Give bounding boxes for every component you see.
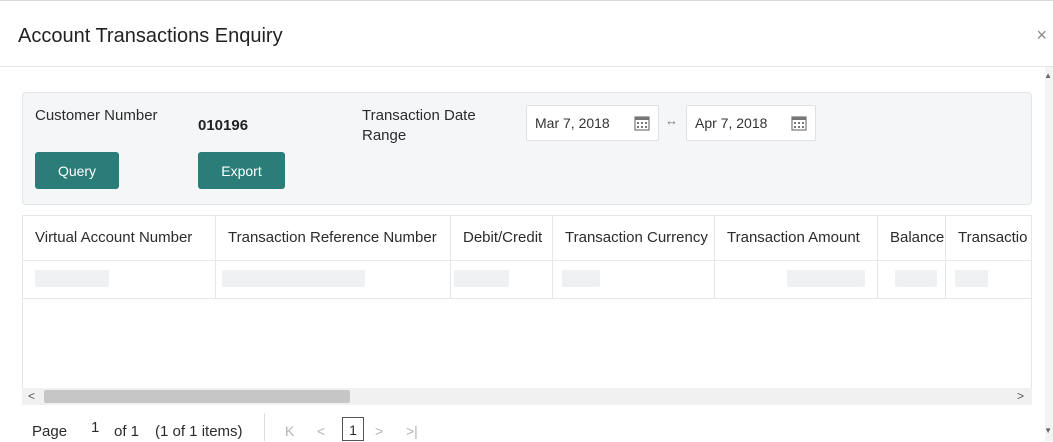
scroll-right-icon[interactable]: > xyxy=(1017,389,1024,403)
table-cell xyxy=(451,260,553,298)
transaction-date-range-label-line2: Range xyxy=(362,127,407,144)
close-icon[interactable]: × xyxy=(1036,25,1047,46)
loading-placeholder xyxy=(35,270,109,287)
column-header[interactable]: Debit/Credit xyxy=(451,216,553,260)
scrollbar-thumb[interactable] xyxy=(44,390,350,403)
pagination: Page 1 of 1 (1 of 1 items) K < 1 > >| xyxy=(22,413,522,441)
export-button[interactable]: Export xyxy=(198,152,285,189)
scroll-down-icon[interactable]: ▼ xyxy=(1044,426,1052,435)
date-from-input[interactable]: Mar 7, 2018 xyxy=(526,105,659,141)
date-to-value: Apr 7, 2018 xyxy=(695,115,768,131)
column-header[interactable]: Transaction Reference Number xyxy=(216,216,451,260)
query-panel: Customer Number 010196 Transaction Date … xyxy=(22,92,1032,205)
transactions-table: Virtual Account Number Transaction Refer… xyxy=(22,215,1032,405)
account-transactions-dialog: Account Transactions Enquiry × ▲ ▼ Custo… xyxy=(0,0,1053,441)
loading-placeholder xyxy=(787,270,865,287)
date-from-value: Mar 7, 2018 xyxy=(535,115,610,131)
vertical-scrollbar[interactable]: ▲ ▼ xyxy=(1044,67,1053,441)
date-to-input[interactable]: Apr 7, 2018 xyxy=(686,105,816,141)
dialog-title: Account Transactions Enquiry xyxy=(18,25,283,47)
scroll-up-icon[interactable]: ▲ xyxy=(1044,71,1052,80)
horizontal-scrollbar[interactable]: < > xyxy=(22,388,1032,405)
current-page-button[interactable]: 1 xyxy=(342,417,364,441)
last-page-icon[interactable]: >| xyxy=(406,423,418,439)
table-cell xyxy=(216,260,451,298)
customer-number-value: 010196 xyxy=(198,117,249,134)
table-header-row: Virtual Account Number Transaction Refer… xyxy=(23,216,1031,261)
first-page-icon[interactable]: K xyxy=(285,423,294,439)
calendar-icon[interactable] xyxy=(634,115,650,131)
table-cell xyxy=(553,260,715,298)
table-cell xyxy=(23,260,216,298)
next-page-icon[interactable]: > xyxy=(375,423,383,439)
loading-placeholder xyxy=(222,270,365,287)
page-count-label: of 1 xyxy=(114,423,140,440)
transaction-date-range-label: Transaction Date xyxy=(362,107,476,124)
column-header[interactable]: Transaction Currency xyxy=(553,216,715,260)
column-header[interactable]: Virtual Account Number xyxy=(23,216,216,260)
scroll-left-icon[interactable]: < xyxy=(28,389,35,403)
items-count-label: (1 of 1 items) xyxy=(155,423,243,440)
dialog-header: Account Transactions Enquiry × xyxy=(0,1,1053,67)
previous-page-icon[interactable]: < xyxy=(317,423,325,439)
pager-divider xyxy=(264,413,265,441)
page-label: Page xyxy=(32,423,68,440)
range-arrow-icon: ↔ xyxy=(665,113,678,128)
query-button[interactable]: Query xyxy=(35,152,119,189)
column-header[interactable]: Balance xyxy=(878,216,946,260)
loading-placeholder xyxy=(562,270,600,287)
loading-placeholder xyxy=(955,270,988,287)
customer-number-label: Customer Number xyxy=(35,107,158,124)
calendar-icon[interactable] xyxy=(791,115,807,131)
table-row[interactable] xyxy=(23,260,1031,299)
loading-placeholder xyxy=(895,270,937,287)
loading-placeholder xyxy=(454,270,509,287)
table-cell xyxy=(946,260,1031,298)
column-header[interactable]: Transactio xyxy=(946,216,1031,260)
page-number-input[interactable]: 1 xyxy=(91,419,99,436)
table-cell xyxy=(715,260,878,298)
column-header[interactable]: Transaction Amount xyxy=(715,216,878,260)
table-cell xyxy=(878,260,946,298)
